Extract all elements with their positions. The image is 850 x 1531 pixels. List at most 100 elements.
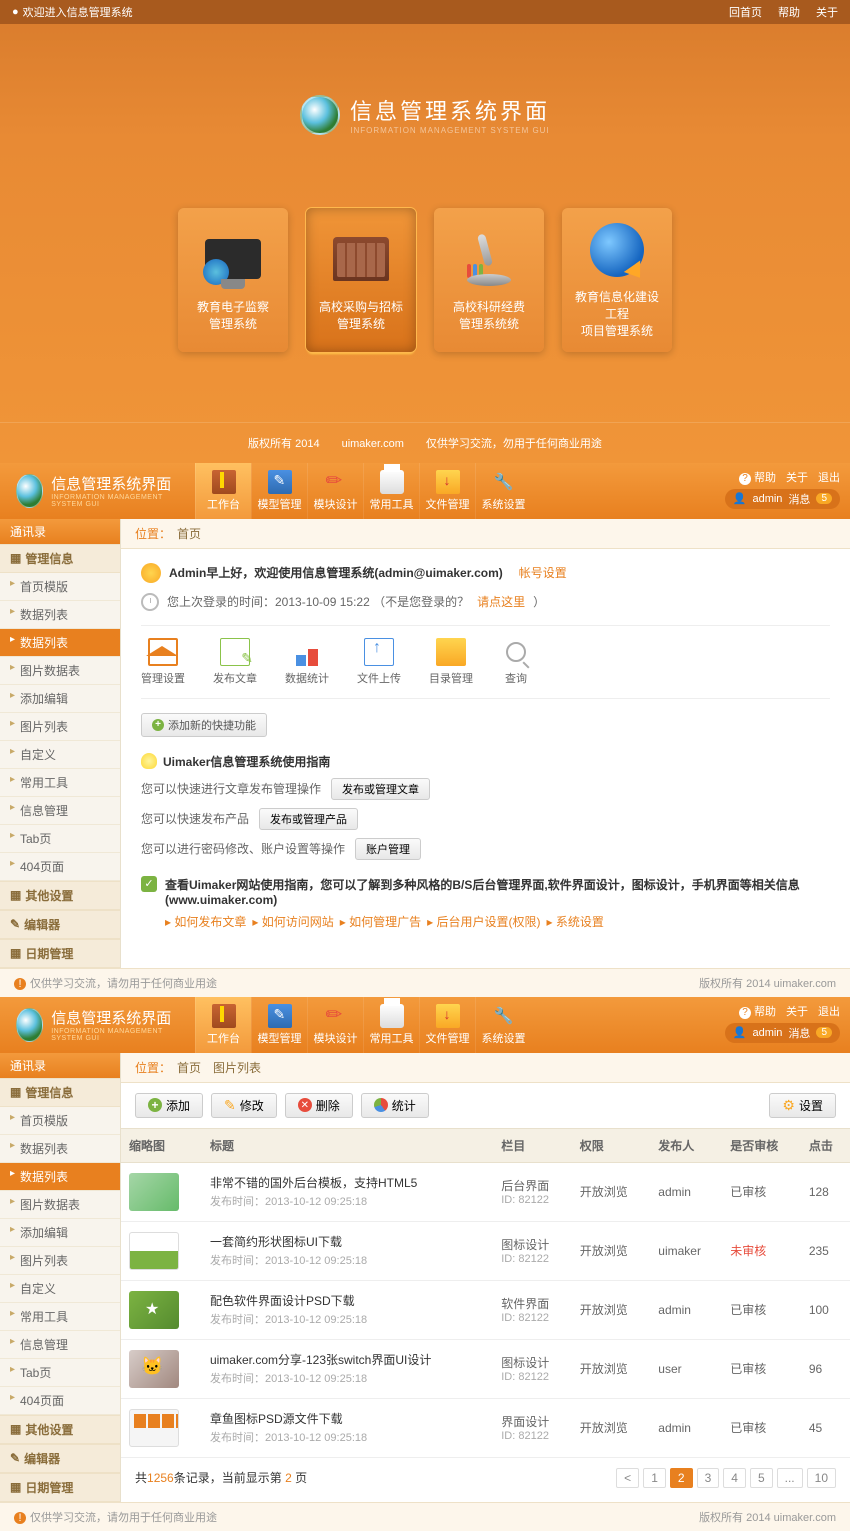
sidebar-contacts[interactable]: 通讯录: [0, 1053, 120, 1078]
guide-btn-product[interactable]: 发布或管理产品: [259, 808, 358, 830]
sidebar-item-3[interactable]: 图片数据表: [0, 657, 120, 685]
sidebar-other[interactable]: ▦ 其他设置: [0, 1415, 120, 1444]
sidebar-item-6[interactable]: 自定义: [0, 741, 120, 769]
sidebar-item-9[interactable]: Tab页: [0, 825, 120, 853]
portal-card-infoproject[interactable]: 教育信息化建设工程 项目管理系统: [562, 208, 672, 352]
sidebar-item-2[interactable]: 数据列表: [0, 629, 120, 657]
toolbar-delete[interactable]: ✕删除: [285, 1093, 353, 1118]
nav-workbench[interactable]: 工作台: [195, 997, 251, 1053]
portal-card-procurement[interactable]: 高校采购与招标 管理系统: [306, 208, 416, 352]
sidebar-item[interactable]: 数据列表: [0, 1163, 120, 1191]
page-number[interactable]: <: [616, 1468, 639, 1488]
sidebar-date[interactable]: ▦ 日期管理: [0, 1473, 120, 1502]
topbar-about[interactable]: 关于: [816, 4, 838, 20]
nav-model[interactable]: 模型管理: [251, 997, 307, 1053]
sidebar-item[interactable]: 图片数据表: [0, 1191, 120, 1219]
table-row[interactable]: 配色软件界面设计PSD下载发布时间：2013-10-12 09:25:18 软件…: [121, 1280, 850, 1339]
nav-module[interactable]: 模块设计: [307, 997, 363, 1053]
sidebar-date[interactable]: ▦ 日期管理: [0, 939, 120, 968]
info-link-4[interactable]: 系统设置: [546, 913, 603, 930]
row-author: admin: [650, 1398, 722, 1457]
nav-module[interactable]: 模块设计: [307, 463, 363, 519]
search-icon: [506, 642, 526, 662]
portal-title: 信息管理系统界面: [350, 94, 550, 126]
nav-settings[interactable]: 系统设置: [475, 463, 531, 519]
page-number[interactable]: 5: [750, 1468, 773, 1488]
shortcut-dir[interactable]: 目录管理: [429, 638, 473, 686]
header-help[interactable]: 帮助: [739, 469, 776, 485]
page-number[interactable]: 10: [807, 1468, 836, 1488]
header-user[interactable]: 👤admin 消息 5: [725, 489, 840, 509]
sidebar-item-1[interactable]: 数据列表: [0, 601, 120, 629]
info-link-3[interactable]: 后台用户设置(权限): [427, 913, 540, 930]
info-link-1[interactable]: 如何访问网站: [252, 913, 333, 930]
shortcut-manage[interactable]: 管理设置: [141, 638, 185, 686]
topbar-help[interactable]: 帮助: [778, 4, 800, 20]
sidebar-item[interactable]: 404页面: [0, 1387, 120, 1415]
nav-tools[interactable]: 常用工具: [363, 997, 419, 1053]
edit-icon: [268, 470, 292, 494]
sidebar-item-10[interactable]: 404页面: [0, 853, 120, 881]
sidebar-item-8[interactable]: 信息管理: [0, 797, 120, 825]
portal-card-research[interactable]: 高校科研经费 管理系统统: [434, 208, 544, 352]
sidebar-manage-header[interactable]: ▦ 管理信息: [0, 544, 120, 573]
header-about[interactable]: 关于: [786, 469, 808, 485]
header-about[interactable]: 关于: [786, 1003, 808, 1019]
page-number[interactable]: ...: [777, 1468, 803, 1488]
nav-model[interactable]: 模型管理: [251, 463, 307, 519]
nav-files[interactable]: 文件管理: [419, 997, 475, 1053]
sidebar-item-7[interactable]: 常用工具: [0, 769, 120, 797]
sidebar-editor[interactable]: ✎ 编辑器: [0, 1444, 120, 1473]
row-title: 非常不错的国外后台模板，支持HTML5: [210, 1174, 485, 1191]
sidebar-item-0[interactable]: 首页模版: [0, 573, 120, 601]
header-user[interactable]: 👤admin 消息 5: [725, 1023, 840, 1043]
header-exit[interactable]: 退出: [818, 469, 840, 485]
nav-workbench[interactable]: 工作台: [195, 463, 251, 519]
toolbar-stats[interactable]: 统计: [361, 1093, 429, 1118]
sidebar-item[interactable]: 自定义: [0, 1275, 120, 1303]
header-exit[interactable]: 退出: [818, 1003, 840, 1019]
info-link-0[interactable]: 如何发布文章: [165, 913, 246, 930]
guide-btn-article[interactable]: 发布或管理文章: [331, 778, 430, 800]
page-number[interactable]: 2: [670, 1468, 693, 1488]
page-number[interactable]: 1: [643, 1468, 666, 1488]
table-row[interactable]: 非常不错的国外后台模板，支持HTML5发布时间：2013-10-12 09:25…: [121, 1162, 850, 1221]
nav-settings[interactable]: 系统设置: [475, 997, 531, 1053]
shortcut-search[interactable]: 查询: [501, 638, 531, 686]
sidebar-contacts[interactable]: 通讯录: [0, 519, 120, 544]
table-row[interactable]: 一套简约形状图标UI下载发布时间：2013-10-12 09:25:18 图标设…: [121, 1221, 850, 1280]
sidebar-item-5[interactable]: 图片列表: [0, 713, 120, 741]
nav-files[interactable]: 文件管理: [419, 463, 475, 519]
shortcut-publish[interactable]: 发布文章: [213, 638, 257, 686]
guide-btn-account[interactable]: 账户管理: [355, 838, 421, 860]
info-link-2[interactable]: 如何管理广告: [340, 913, 421, 930]
account-settings-link[interactable]: 帐号设置: [519, 564, 567, 581]
sidebar-item-4[interactable]: 添加编辑: [0, 685, 120, 713]
sidebar-item[interactable]: 图片列表: [0, 1247, 120, 1275]
table-row[interactable]: 章鱼图标PSD源文件下载发布时间：2013-10-12 09:25:18 界面设…: [121, 1398, 850, 1457]
toolbar-add[interactable]: +添加: [135, 1093, 203, 1118]
row-hits: 128: [801, 1162, 850, 1221]
not-you-link[interactable]: 请点这里: [477, 593, 525, 610]
header-help[interactable]: 帮助: [739, 1003, 776, 1019]
page-number[interactable]: 4: [723, 1468, 746, 1488]
sidebar-other[interactable]: ▦ 其他设置: [0, 881, 120, 910]
portal-card-edu-monitor[interactable]: 教育电子监察 管理系统: [178, 208, 288, 352]
shortcut-upload[interactable]: 文件上传: [357, 638, 401, 686]
table-row[interactable]: uimaker.com分享-123张switch界面UI设计发布时间：2013-…: [121, 1339, 850, 1398]
sidebar-item[interactable]: Tab页: [0, 1359, 120, 1387]
sidebar-manage-header[interactable]: ▦ 管理信息: [0, 1078, 120, 1107]
sidebar-item[interactable]: 首页模版: [0, 1107, 120, 1135]
add-shortcut-button[interactable]: +添加新的快捷功能: [141, 713, 267, 737]
toolbar-settings[interactable]: ⚙设置: [769, 1093, 836, 1118]
topbar-home[interactable]: 回首页: [729, 4, 762, 20]
toolbar-edit[interactable]: ✎修改: [211, 1093, 277, 1118]
sidebar-item[interactable]: 信息管理: [0, 1331, 120, 1359]
sidebar-item[interactable]: 添加编辑: [0, 1219, 120, 1247]
sidebar-item[interactable]: 常用工具: [0, 1303, 120, 1331]
shortcut-stats[interactable]: 数据统计: [285, 638, 329, 686]
page-number[interactable]: 3: [697, 1468, 720, 1488]
sidebar-item[interactable]: 数据列表: [0, 1135, 120, 1163]
sidebar-editor[interactable]: ✎ 编辑器: [0, 910, 120, 939]
nav-tools[interactable]: 常用工具: [363, 463, 419, 519]
